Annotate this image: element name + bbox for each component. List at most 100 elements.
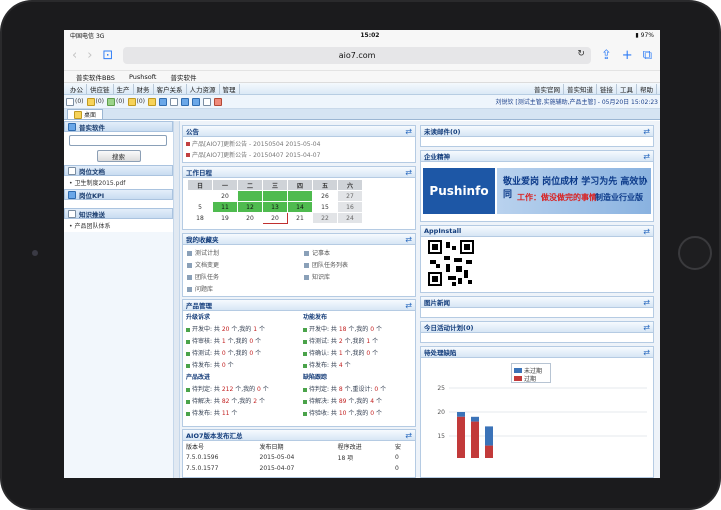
favorite-item[interactable]: 知识库 xyxy=(304,272,414,281)
bookmark-item[interactable]: Pushsoft xyxy=(129,73,157,81)
menu-item[interactable]: 管理 xyxy=(220,83,240,94)
calendar-cell[interactable]: 22 xyxy=(312,212,338,224)
status-item[interactable]: 待发布: 共 4 个 xyxy=(303,360,413,369)
status-item[interactable]: 待验收: 共 10 个,我的 0 个 xyxy=(303,408,413,417)
left-header-knowledge[interactable]: 知识推送 xyxy=(64,208,173,219)
left-header-kpi[interactable]: 岗位KPI xyxy=(64,189,173,200)
search-button[interactable]: 搜索 xyxy=(96,150,141,162)
tabs-icon[interactable]: ⧉ xyxy=(643,49,652,62)
status-item[interactable]: 待测试: 共 0 个,我的 0 个 xyxy=(186,348,303,357)
status-item[interactable]: 开发中: 共 20 个,我的 1 个 xyxy=(186,324,303,333)
menu-item[interactable]: 财务 xyxy=(134,83,154,94)
refresh-icon[interactable]: ⇄ xyxy=(405,431,412,440)
calendar-cell[interactable]: 16 xyxy=(337,201,363,213)
calendar-cell-today[interactable]: 20 xyxy=(262,212,288,224)
favorite-item[interactable]: 问题库 xyxy=(187,284,304,293)
refresh-icon[interactable]: ⇄ xyxy=(643,348,650,357)
menu-item[interactable]: 客户关系 xyxy=(154,83,187,94)
document-icon[interactable] xyxy=(203,97,211,106)
calendar-cell[interactable]: 13 xyxy=(262,201,288,213)
menu-item[interactable]: 链接 xyxy=(597,83,617,94)
refresh-icon[interactable]: ⇄ xyxy=(643,127,650,136)
calendar-cell[interactable]: 14 xyxy=(287,201,313,213)
menu-item[interactable]: 供应链 xyxy=(87,83,114,94)
refresh-icon[interactable]: ⇄ xyxy=(405,168,412,177)
favorite-item[interactable]: 团队任务列表 xyxy=(304,260,414,269)
calendar-cell[interactable]: 20 xyxy=(212,190,238,202)
bookmark-item[interactable]: 普实软件BBS xyxy=(76,72,115,82)
calendar-cell[interactable] xyxy=(287,190,313,202)
refresh-icon[interactable]: ⇄ xyxy=(643,152,650,161)
table-cell[interactable]: 7.5.0.1596 xyxy=(183,452,257,463)
status-item[interactable]: 待解决: 共 82 个,我的 2 个 xyxy=(186,396,303,405)
menu-item[interactable]: 帮助 xyxy=(637,83,657,94)
status-item[interactable]: 待发布: 共 0 个 xyxy=(186,360,303,369)
calendar-cell[interactable]: 18 xyxy=(187,212,213,224)
calendar-cell[interactable]: 15 xyxy=(312,201,338,213)
status-item[interactable]: 待发布: 共 11 个 xyxy=(186,408,303,417)
status-item[interactable]: 待审核: 共 1 个,我的 0 个 xyxy=(186,336,303,345)
notice-item[interactable]: 产品[AIO7]更新公告 - 20150407 2015-04-07 xyxy=(186,150,412,161)
menu-item[interactable]: 人力资源 xyxy=(187,83,220,94)
refresh-icon[interactable]: ⇄ xyxy=(405,235,412,244)
refresh-icon[interactable]: ⇄ xyxy=(405,301,412,310)
status-item[interactable]: 开发中: 共 18 个,我的 0 个 xyxy=(303,324,413,333)
calendar-cell[interactable]: 21 xyxy=(287,212,313,224)
refresh-icon[interactable]: ⇄ xyxy=(643,323,650,332)
menu-item[interactable]: 普实官网 xyxy=(531,83,564,94)
status-item[interactable]: 待测试: 共 2 个,我的 1 个 xyxy=(303,336,413,345)
calendar-cell[interactable]: 27 xyxy=(337,190,363,202)
menu-item[interactable]: 普实知道 xyxy=(564,83,597,94)
back-arrow-icon[interactable] xyxy=(181,97,189,106)
address-bar[interactable]: aio7.com ↻ xyxy=(123,47,591,64)
reload-icon[interactable]: ↻ xyxy=(577,49,585,59)
qr-code[interactable] xyxy=(428,240,474,286)
favorite-item[interactable]: 文档变更 xyxy=(187,260,304,269)
status-item[interactable]: 待判定: 共 8 个,重设计: 0 个 xyxy=(303,384,413,393)
knowledge-item[interactable]: • 产品团队体系 xyxy=(64,219,173,232)
refresh-icon[interactable]: ⇄ xyxy=(643,298,650,307)
settings-icon[interactable] xyxy=(170,97,178,106)
left-header-soft[interactable]: 普实软件 xyxy=(64,121,173,132)
share-icon[interactable]: ⇪ xyxy=(601,49,612,62)
status-item[interactable]: 待确认: 共 1 个,我的 0 个 xyxy=(303,348,413,357)
calendar-cell[interactable]: 12 xyxy=(237,201,263,213)
layout-icon[interactable] xyxy=(159,97,167,106)
refresh-icon[interactable]: ⇄ xyxy=(405,127,412,136)
forward-icon[interactable]: › xyxy=(87,49,92,62)
new-tab-icon[interactable]: + xyxy=(622,49,633,62)
calendar-cell[interactable] xyxy=(262,190,288,202)
logout-icon[interactable] xyxy=(214,97,222,106)
doc-item[interactable]: • 卫生制度2015.pdf xyxy=(64,176,173,189)
favorite-item[interactable]: 团队任务 xyxy=(187,272,304,281)
status-item[interactable]: 待解决: 共 89 个,我的 4 个 xyxy=(303,396,413,405)
bookmark-item[interactable]: 普实软件 xyxy=(170,72,196,82)
calendar-cell[interactable]: 11 xyxy=(212,201,238,213)
favorite-item[interactable]: 记事本 xyxy=(304,248,414,257)
task-tool[interactable]: (0) xyxy=(86,97,104,106)
calendar-cell[interactable]: 26 xyxy=(312,190,338,202)
status-item[interactable]: 待判定: 共 212 个,我的 0 个 xyxy=(186,384,303,393)
calendar-cell[interactable]: 24 xyxy=(337,212,363,224)
bookmarks-icon[interactable]: ⊡ xyxy=(102,49,113,62)
favorite-item[interactable]: 测试计划 xyxy=(187,248,304,257)
calendar-cell[interactable]: 20 xyxy=(237,212,263,224)
menu-item[interactable]: 工具 xyxy=(617,83,637,94)
notice-item[interactable]: 产品[AIO7]更新公告 - 20150504 2015-05-04 xyxy=(186,139,412,150)
refresh-icon[interactable]: ⇄ xyxy=(643,227,650,236)
menu-item[interactable]: 办公 xyxy=(67,83,87,94)
alert-tool[interactable]: (0) xyxy=(127,97,145,106)
msg-tool[interactable]: (0) xyxy=(107,97,125,106)
table-cell[interactable]: 7.5.0.1577 xyxy=(183,463,257,473)
forward-arrow-icon[interactable] xyxy=(192,97,200,106)
mail-tool[interactable]: (0) xyxy=(66,97,84,106)
home-button[interactable] xyxy=(678,236,712,270)
back-icon[interactable]: ‹ xyxy=(72,49,77,62)
left-header-docs[interactable]: 岗位文档 xyxy=(64,165,173,176)
calendar-cell[interactable] xyxy=(237,190,263,202)
calendar-cell[interactable]: 19 xyxy=(212,212,238,224)
star-icon[interactable] xyxy=(148,97,156,106)
search-input[interactable] xyxy=(69,135,167,146)
tab-desktop[interactable]: 桌面 xyxy=(67,109,104,119)
menu-item[interactable]: 生产 xyxy=(114,83,134,94)
